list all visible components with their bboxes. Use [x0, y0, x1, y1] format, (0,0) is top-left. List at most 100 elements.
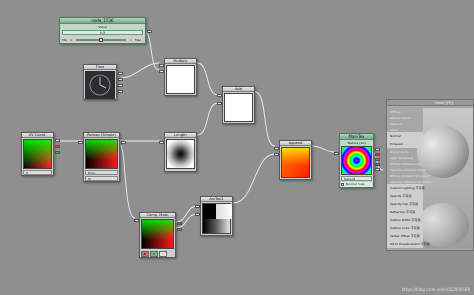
arctan2-input-b-port[interactable]	[195, 213, 200, 216]
add-input-a-port[interactable]	[217, 94, 222, 97]
time-output-port-4[interactable]	[118, 90, 123, 93]
append-input-b-port[interactable]	[274, 153, 279, 156]
length-node-title: Length	[165, 133, 196, 138]
maintex-input-uv-port[interactable]	[334, 152, 339, 155]
uv-output-v-port[interactable]	[55, 151, 60, 154]
time-node[interactable]: Time	[83, 64, 123, 100]
time-output-port-3[interactable]	[118, 84, 123, 87]
main-row-outline-color[interactable]: Outline Color 不可用	[387, 224, 423, 232]
normal-map-check-box[interactable]	[341, 182, 344, 186]
uv-preview	[23, 139, 52, 169]
maintex-output-tex-port[interactable]	[375, 148, 380, 151]
wire-remap-compmask	[119, 144, 136, 219]
main-row-refraction[interactable]: Refraction 不可用	[387, 208, 423, 216]
maintex-output-b-port[interactable]	[375, 163, 380, 166]
component-mask-node[interactable]: Comp. Mask R G -	[134, 212, 182, 258]
add-node[interactable]: Add	[217, 86, 255, 124]
add-node-title: Add	[223, 87, 254, 92]
wire-add-append	[254, 91, 276, 147]
time-output-port-1[interactable]	[118, 72, 123, 75]
component-mask-output-r-port[interactable]	[177, 222, 182, 225]
value-node-title: node_1536	[60, 18, 145, 24]
main-row-normal[interactable]: Normal	[387, 132, 423, 140]
channel-button-g[interactable]: G	[150, 251, 158, 257]
wire-arctan-append	[232, 153, 276, 204]
main-row-dx11-displacement[interactable]: DX11 Displacement 不可用	[387, 240, 430, 248]
multiply-input-b-port[interactable]	[159, 70, 164, 73]
maintex-output-g-port[interactable]	[375, 158, 380, 161]
maintex-node[interactable]: MainTex Texture (2D) Default Normal map	[334, 133, 380, 188]
value-output-port[interactable]	[147, 30, 152, 33]
normal-map-checkbox[interactable]: Normal map	[341, 182, 372, 187]
maintex-output-r-port[interactable]	[375, 153, 380, 156]
watermark: https://blog.csdn.net/u012909508	[401, 287, 470, 292]
main-output-panel[interactable]: Main [FP] Diffuse Diffuse Power Specular…	[386, 99, 474, 251]
multiply-node-title: Multiply	[165, 59, 196, 64]
append-node-title: Append	[280, 141, 311, 146]
arctan2-input-a-port[interactable]	[195, 205, 200, 208]
value-field[interactable]: 0.5	[62, 30, 143, 35]
min-value[interactable]: 0	[70, 38, 72, 42]
uv-coord-node[interactable]: UV Coord. 0	[21, 132, 60, 176]
arctan2-preview-dark	[203, 204, 216, 219]
maintex-node-title: MainTex	[340, 134, 373, 140]
remap-output-port[interactable]	[121, 141, 126, 144]
append-preview	[281, 147, 310, 178]
component-mask-output-g-port[interactable]	[177, 228, 182, 231]
main-panel-preview	[417, 108, 473, 248]
remap-to-field[interactable]: To	[85, 176, 118, 181]
length-node[interactable]: Length	[159, 132, 197, 172]
remap-input-port[interactable]	[78, 141, 83, 144]
add-preview	[224, 93, 253, 122]
multiply-node[interactable]: Multiply	[159, 58, 197, 96]
component-mask-preview	[141, 219, 174, 249]
arctan2-preview-light	[216, 204, 232, 219]
main-row-emission[interactable]: Emission	[387, 140, 423, 148]
time-node-title: Time	[84, 65, 116, 70]
node-canvas[interactable]: node_1536 Value 0.5 Min 0 1 Max Time Mul…	[0, 0, 474, 295]
remap-node-title: Remap (Simple)	[84, 133, 119, 138]
multiply-preview	[166, 65, 195, 94]
append-node[interactable]: Append	[274, 140, 312, 180]
remap-node[interactable]: Remap (Simple) From To	[78, 132, 126, 182]
uv-output-port[interactable]	[55, 139, 60, 142]
main-panel-title: Main [FP]	[387, 100, 473, 106]
main-row-opacity-clip[interactable]: Opacity Clip 不可用	[387, 200, 423, 208]
channel-button-r[interactable]: R	[141, 251, 149, 257]
uv-channel-field[interactable]: 0	[23, 170, 52, 175]
arctan2-node[interactable]: ArcTan2	[195, 196, 233, 236]
maintex-output-a-port[interactable]	[375, 168, 380, 171]
wire-length-add	[196, 102, 219, 136]
value-slider-track[interactable]	[76, 38, 126, 42]
main-row-vertex-offset[interactable]: Vertex Offset 不可用	[387, 232, 423, 240]
length-input-port[interactable]	[159, 141, 164, 144]
maintex-preview	[341, 146, 372, 175]
max-value[interactable]: 1	[130, 38, 132, 42]
component-mask-node-title: Comp. Mask	[140, 213, 175, 218]
component-mask-input-port[interactable]	[134, 219, 139, 222]
remap-from-field[interactable]: From	[85, 170, 118, 175]
main-row-outline-width[interactable]: Outline Width 不可用	[387, 216, 423, 224]
clock-icon	[85, 71, 115, 99]
value-slider-handle[interactable]	[99, 38, 103, 42]
main-row-custom-lighting[interactable]: Custom Lighting 不可用	[387, 184, 425, 192]
append-input-a-port[interactable]	[274, 147, 279, 150]
maintex-subtitle: Texture (2D)	[340, 141, 373, 145]
wire-multiply-add	[196, 62, 219, 96]
add-input-b-port[interactable]	[217, 102, 222, 105]
maintex-default-field[interactable]: Default	[341, 176, 372, 181]
max-label: Max	[135, 38, 142, 42]
value-node[interactable]: node_1536 Value 0.5 Min 0 1 Max	[59, 17, 152, 44]
arctan2-node-title: ArcTan2	[201, 197, 232, 202]
length-preview	[166, 139, 195, 169]
time-output-port-2[interactable]	[118, 78, 123, 81]
arctan2-preview	[202, 203, 232, 234]
remap-preview	[85, 139, 118, 169]
wire-time-multiply	[120, 62, 160, 79]
uv-output-u-port[interactable]	[55, 145, 60, 148]
channel-button-off[interactable]: -	[159, 251, 167, 257]
multiply-input-a-port[interactable]	[159, 64, 164, 67]
value-param-label: Value	[60, 25, 145, 29]
main-row-opacity[interactable]: Opacity 不可用	[387, 192, 423, 200]
min-label: Min	[62, 38, 68, 42]
